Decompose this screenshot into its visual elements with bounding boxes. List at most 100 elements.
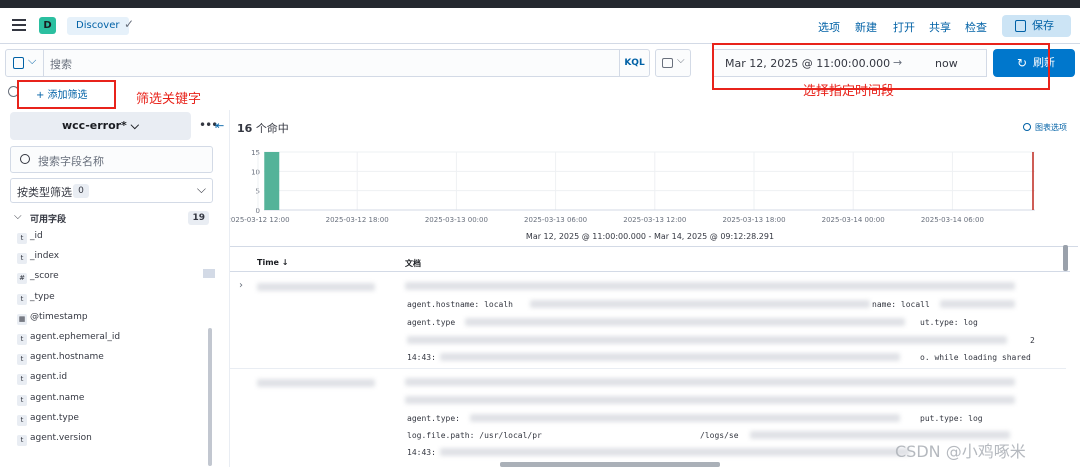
expand-row-icon[interactable]: › (239, 280, 243, 291)
chart-options-label: 图表选项 (1035, 123, 1067, 132)
doc-field: put.type: log (920, 414, 983, 423)
field-name: agent.hostname (30, 352, 104, 363)
column-header-time[interactable]: Time ↓ (257, 258, 288, 267)
field-item[interactable]: ▦ @timestamp (17, 311, 207, 331)
x-tick-label: 2025-03-13 00:00 (425, 216, 488, 224)
type-filter-count: 0 (73, 184, 89, 198)
y-tick-label: 10 (251, 168, 260, 176)
menu-icon[interactable] (12, 19, 26, 31)
hits-label: 个命中 (255, 122, 289, 135)
doc-field: agent.type (407, 318, 456, 327)
available-fields-label: 可用字段 (30, 215, 67, 225)
x-tick-label: 2025-03-12 12:00 (230, 216, 290, 224)
saved-query-icon (13, 57, 24, 69)
type-filter-button[interactable]: 按类型筛选 0 ⌵ (10, 178, 213, 203)
sidebar-resize-handle[interactable] (203, 269, 215, 278)
field-name: _id (30, 231, 43, 241)
field-item[interactable]: t agent.id (17, 371, 207, 391)
annotation-box-filter (17, 80, 116, 109)
time-cell-redacted (257, 283, 375, 291)
doc-line-redacted (940, 300, 1015, 308)
table-scrollbar[interactable] (1063, 245, 1068, 271)
new-link[interactable]: 新建 (855, 19, 877, 35)
doc-line-redacted (407, 336, 1007, 344)
data-view-selector[interactable]: wcc-error* ⌵ (10, 112, 191, 140)
string-field-icon: t (17, 233, 27, 244)
doc-line-redacted (470, 414, 900, 422)
field-search-input[interactable]: 搜索字段名称 (10, 146, 213, 173)
doc-field: 14:43: (407, 353, 436, 362)
doc-line-redacted (405, 282, 1015, 290)
field-item[interactable]: # _score (17, 270, 207, 290)
number-field-icon: # (17, 273, 27, 285)
doc-line-redacted (530, 300, 870, 308)
table-header-divider (230, 271, 1070, 272)
chevron-down-icon: ⌵ (28, 54, 37, 67)
string-field-icon: t (17, 394, 27, 406)
field-item[interactable]: t agent.name (17, 392, 207, 412)
field-item[interactable]: t _index (17, 250, 207, 270)
field-item[interactable]: t agent.version (17, 432, 207, 452)
collapse-sidebar-icon[interactable]: ⇤ (215, 119, 224, 132)
saved-query-button[interactable]: ⌵ (6, 50, 44, 76)
column-header-document[interactable]: 文档 (405, 258, 421, 269)
doc-line-redacted (465, 318, 905, 326)
field-list: t _id t _index # _score t _type ▦ @timestamp t agen… (17, 230, 207, 452)
space-avatar[interactable]: D (39, 17, 56, 34)
chart-options-button[interactable]: 图表选项 (1023, 122, 1067, 133)
save-icon (1015, 20, 1026, 32)
histogram-chart[interactable]: 0510152025-03-12 12:002025-03-12 18:0020… (230, 146, 1070, 246)
string-field-icon: t (17, 374, 27, 386)
doc-field: o. while loading shared (920, 353, 1031, 362)
field-name: agent.type (30, 412, 79, 423)
field-item[interactable]: t agent.type (17, 412, 207, 432)
x-tick-label: 2025-03-12 18:00 (326, 216, 389, 224)
inspect-link[interactable]: 检查 (965, 19, 987, 35)
field-search-placeholder: 搜索字段名称 (38, 155, 104, 168)
doc-line-redacted (440, 448, 910, 456)
string-field-icon: t (17, 354, 27, 366)
string-field-icon: t (17, 253, 27, 265)
doc-line-redacted (405, 396, 1015, 404)
doc-field: ut.type: log (920, 318, 978, 327)
options-link[interactable]: 选项 (818, 19, 840, 35)
date-field-icon: ▦ (17, 313, 27, 325)
share-link[interactable]: 共享 (929, 19, 951, 35)
chevron-down-icon: ⌵ (130, 119, 139, 132)
field-item[interactable]: t _id (17, 230, 207, 250)
field-item[interactable]: t agent.ephemeral_id (17, 331, 207, 351)
doc-field: /logs/se (700, 431, 739, 440)
field-item[interactable]: t agent.hostname (17, 351, 207, 371)
data-view-name: wcc-error* (61, 119, 127, 132)
hits-counter: 16 个命中 (237, 120, 289, 136)
horizontal-scrollbar[interactable] (500, 462, 720, 467)
breadcrumb-discover[interactable]: Discover (67, 17, 129, 35)
x-tick-label: 2025-03-13 12:00 (623, 216, 686, 224)
x-tick-label: 2025-03-14 06:00 (921, 216, 984, 224)
divider (230, 246, 1078, 247)
gear-icon (1023, 123, 1031, 131)
annotation-time-note: 选择指定时间段 (803, 84, 895, 99)
field-name: _type (30, 291, 55, 302)
search-placeholder: 搜索 (50, 58, 72, 71)
row-divider (230, 368, 1066, 369)
sidebar-scrollbar[interactable] (208, 328, 212, 466)
quick-menu-button[interactable]: ⌵ (655, 49, 691, 77)
save-button[interactable]: 保存 (1002, 15, 1071, 37)
query-language-button[interactable]: KQL (619, 50, 649, 76)
string-field-icon: t (17, 333, 27, 345)
time-cell-redacted (257, 379, 375, 387)
calendar-icon (662, 58, 673, 68)
table-row[interactable]: › agent.hostname: localh name: locall ag… (230, 280, 1066, 368)
field-sidebar: wcc-error* ⌵ ••• ⇤ 搜索字段名称 按类型筛选 0 ⌵ ⌵ 可用… (0, 108, 224, 467)
string-field-icon: t (17, 293, 27, 305)
available-fields-header[interactable]: ⌵ 可用字段 19 (14, 211, 209, 226)
search-input[interactable]: ⌵ 搜索 KQL (5, 49, 650, 77)
field-name: agent.version (30, 432, 92, 443)
histogram-bar (264, 152, 280, 210)
field-item[interactable]: t _type (17, 291, 207, 311)
open-link[interactable]: 打开 (893, 19, 915, 35)
browser-top-strip (0, 0, 1080, 8)
time-range-caption: Mar 12, 2025 @ 11:00:00.000 - Mar 14, 20… (525, 232, 775, 241)
chevron-down-icon[interactable]: ✓ (124, 17, 134, 31)
